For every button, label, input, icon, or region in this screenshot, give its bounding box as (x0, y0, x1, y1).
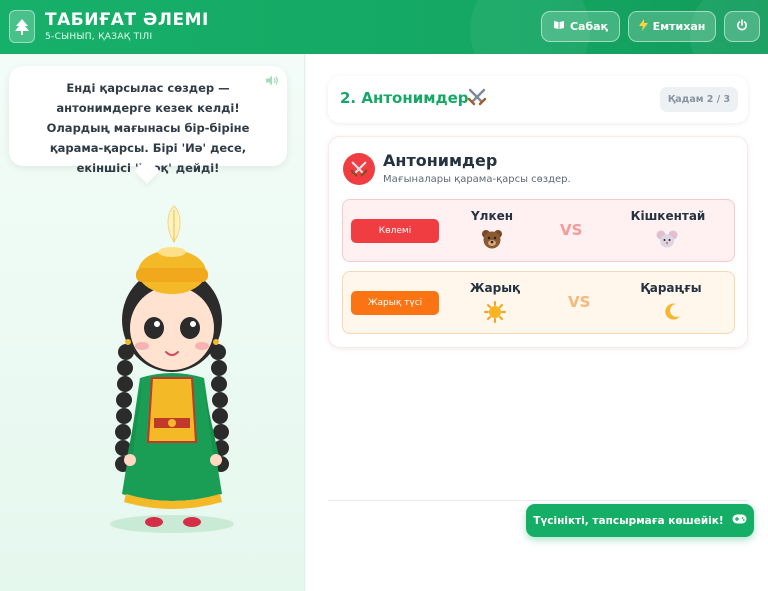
crossed-swords-icon (343, 153, 375, 185)
tree-icon (9, 10, 35, 43)
assistant-panel: Енді қарсылас сөздер — антонимдерге кезе… (0, 54, 305, 591)
category-badge: Көлемі (351, 219, 439, 243)
character-illustration (110, 205, 234, 533)
continue-button-label: Түсінікті, тапсырмаға көшейік! (533, 514, 724, 527)
footer-divider (328, 500, 748, 501)
right-word: Кішкентай (630, 209, 706, 223)
antonym-pair-row[interactable]: Көлемі Үлкен VS Кішкентай (342, 199, 735, 262)
gamepad-icon (732, 514, 747, 527)
speech-bubble: Енді қарсылас сөздер — антонимдерге кезе… (9, 66, 287, 175)
lesson-panel: 2. Антонимдер Қадам 2 / 3 Антонимдер Мағ… (306, 54, 768, 591)
left-word: Үлкен (470, 209, 514, 223)
step-header: 2. Антонимдер Қадам 2 / 3 (328, 76, 748, 123)
bear-icon (477, 229, 507, 253)
exam-button[interactable]: Емтихан (628, 11, 716, 42)
continue-button[interactable]: Түсінікті, тапсырмаға көшейік! (526, 504, 754, 537)
topic-subtitle: Мағыналары қарама-қарсы сөздер. (383, 174, 571, 185)
vs-label: VS (560, 221, 583, 239)
left-word: Жарық (469, 281, 521, 295)
vs-label: VS (568, 293, 591, 311)
book-icon (553, 20, 565, 33)
step-progress-badge: Қадам 2 / 3 (660, 87, 738, 112)
category-badge: Жарық түсі (351, 291, 439, 315)
exam-button-label: Емтихан (652, 20, 706, 33)
step-title: 2. Антонимдер (340, 89, 469, 107)
lesson-button-label: Сабақ (569, 20, 609, 33)
moon-icon (657, 302, 687, 326)
app-title: ТАБИҒАТ ӘЛЕМІ (45, 10, 209, 30)
antonyms-card: Антонимдер Мағыналары қарама-қарсы сөзде… (328, 136, 748, 348)
right-word: Қараңғы (640, 281, 702, 295)
lesson-button[interactable]: Сабақ (541, 11, 620, 42)
app-header: ТАБИҒАТ ӘЛЕМІ 5-СЫНЫП, ҚАЗАҚ ТІЛІ Сабақ … (0, 0, 768, 54)
power-icon (736, 19, 748, 34)
sun-icon (480, 301, 510, 327)
app-subtitle: 5-СЫНЫП, ҚАЗАҚ ТІЛІ (45, 32, 153, 42)
antonym-pair-row[interactable]: Жарық түсі Жарық VS Қараңғы (342, 271, 735, 334)
topic-title: Антонимдер (383, 151, 498, 170)
mouse-icon (652, 229, 682, 253)
crossed-swords-icon (467, 87, 487, 111)
power-button[interactable] (724, 11, 760, 42)
lightning-icon (638, 19, 648, 34)
speaker-icon[interactable] (266, 71, 279, 90)
